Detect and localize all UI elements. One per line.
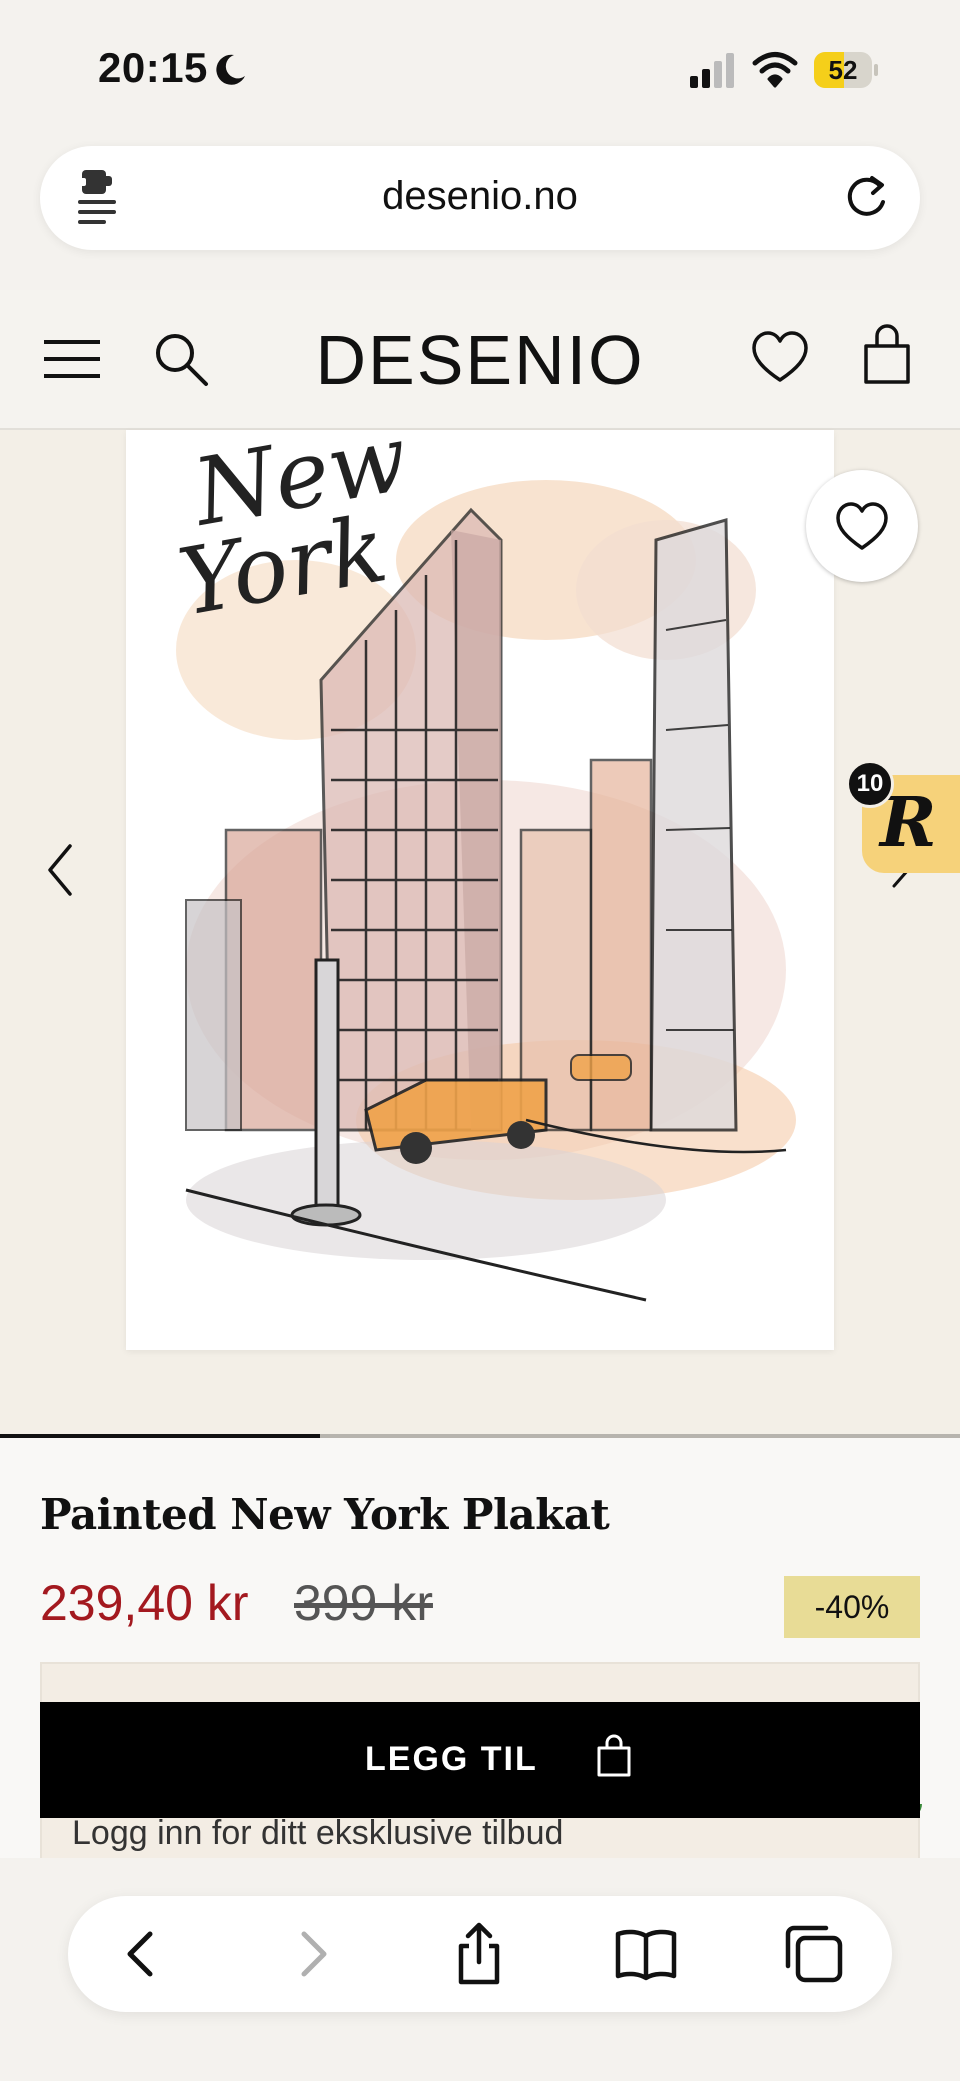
wifi-icon <box>752 52 798 88</box>
browser-toolbar <box>68 1896 892 2012</box>
url-text[interactable]: desenio.no <box>40 174 920 219</box>
moon-icon <box>216 54 245 85</box>
forward-icon <box>301 1931 327 1977</box>
battery-level: 52 <box>828 55 858 85</box>
add-to-cart-label: LEGG TIL <box>365 1740 538 1778</box>
favorite-button[interactable] <box>806 470 918 582</box>
product-gallery[interactable]: New York R 10 <box>0 430 960 1438</box>
back-button[interactable] <box>108 1920 176 1988</box>
rewards-count-badge: 10 <box>846 760 894 808</box>
original-price: 399 kr <box>294 1575 433 1631</box>
bookmarks-icon <box>615 1929 677 1981</box>
heart-icon <box>836 502 888 550</box>
sale-price: 239,40 kr <box>40 1575 249 1631</box>
forward-button[interactable] <box>278 1920 346 1988</box>
product-image: New York <box>126 430 834 1350</box>
tabs-icon <box>785 1925 843 1983</box>
signal-icon <box>690 53 734 88</box>
site-logo[interactable]: DESENIO <box>0 320 960 400</box>
reload-icon[interactable] <box>840 172 892 224</box>
share-icon <box>458 1922 500 1985</box>
product-title: Painted New York Plakat <box>40 1490 610 1539</box>
browser-bottom-area <box>0 1858 960 2081</box>
tabs-button[interactable] <box>780 1920 848 1988</box>
bag-icon <box>597 1734 631 1777</box>
address-bar[interactable]: desenio.no <box>40 146 920 250</box>
discount-badge: -40% <box>784 1576 920 1638</box>
bag-icon[interactable] <box>862 324 912 386</box>
offer-text[interactable]: Logg inn for ditt eksklusive tilbud <box>72 1814 563 1853</box>
site-header: DESENIO <box>0 290 960 430</box>
back-icon <box>127 1931 153 1977</box>
add-to-cart-button[interactable]: LEGG TIL <box>40 1702 920 1818</box>
status-time: 20:15 <box>98 44 208 91</box>
battery-indicator: 52 <box>814 52 878 88</box>
status-bar: 20:15 52 <box>0 0 960 140</box>
heart-icon[interactable] <box>750 328 810 388</box>
share-button[interactable] <box>445 1920 513 1988</box>
prev-image-arrow[interactable] <box>44 840 76 900</box>
bookmarks-button[interactable] <box>612 1920 680 1988</box>
